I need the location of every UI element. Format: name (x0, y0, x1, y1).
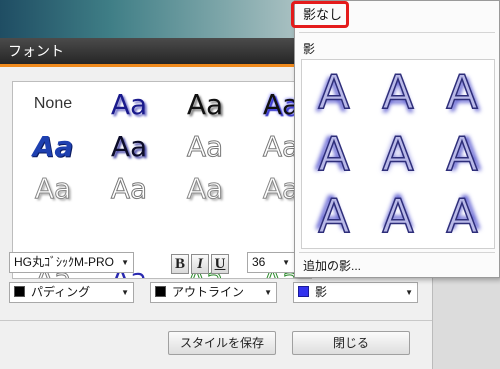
font-family-value: HG丸ｺﾞｼｯｸM-PRO (14, 255, 114, 269)
shadow-preset[interactable]: A (304, 62, 364, 122)
style-preset[interactable]: Aa (15, 126, 91, 166)
chevron-down-icon: ▼ (264, 288, 272, 297)
font-family-select[interactable]: HG丸ｺﾞｼｯｸM-PRO ▼ (9, 252, 134, 273)
shadow-select[interactable]: 影 ▼ (293, 282, 418, 303)
style-preset[interactable]: Aa (167, 84, 243, 124)
shadow-preset[interactable]: A (304, 124, 364, 184)
outline-color-swatch (155, 286, 166, 297)
shadow-color-swatch (298, 286, 309, 297)
shadow-preset[interactable]: A (368, 186, 428, 246)
shadow-section-label: 影 (303, 42, 316, 56)
shadow-preset[interactable]: A (432, 124, 492, 184)
text-style-grid: None Aa Aa Aa Aa Aa Aa Aa Aa Aa Aa Aa Aa… (12, 81, 312, 279)
more-shadows-item[interactable]: 追加の影... (303, 257, 361, 274)
font-size-select[interactable]: 36 ▼ (247, 252, 295, 273)
close-button[interactable]: 閉じる (292, 331, 410, 355)
footer-divider (0, 320, 432, 321)
chevron-down-icon: ▼ (121, 288, 129, 297)
style-preset-none[interactable]: None (15, 84, 91, 124)
outline-select[interactable]: アウトライン ▼ (150, 282, 277, 303)
padding-select[interactable]: パディング ▼ (9, 282, 134, 303)
menu-divider (299, 32, 495, 33)
chevron-down-icon: ▼ (121, 258, 129, 267)
style-preset[interactable]: Aa (167, 126, 243, 166)
shadow-preset[interactable]: A (432, 186, 492, 246)
shadow-menu: 影なし 影 A A A A A A A A A 追加の影... (294, 0, 500, 278)
shadow-label: 影 (315, 285, 328, 299)
style-preset[interactable]: Aa (91, 84, 167, 124)
shadow-preset[interactable]: A (304, 186, 364, 246)
bold-button[interactable]: B (171, 254, 189, 274)
padding-color-swatch (14, 286, 25, 297)
no-shadow-item[interactable]: 影なし (295, 1, 499, 33)
style-preset[interactable]: Aa (91, 126, 167, 166)
style-preset[interactable]: Aa (15, 168, 91, 208)
save-style-button[interactable]: スタイルを保存 (168, 331, 276, 355)
style-preset[interactable]: Aa (167, 168, 243, 208)
menu-divider (299, 252, 495, 253)
underline-button[interactable]: U (211, 254, 229, 274)
outline-label: アウトライン (172, 285, 245, 299)
no-shadow-label: 影なし (303, 7, 343, 22)
shadow-preset[interactable]: A (368, 62, 428, 122)
shadow-preset[interactable]: A (368, 124, 428, 184)
chevron-down-icon: ▼ (405, 288, 413, 297)
shadow-preset[interactable]: A (432, 62, 492, 122)
style-preset[interactable]: Aa (91, 168, 167, 208)
padding-label: パディング (31, 285, 91, 299)
font-size-value: 36 (252, 255, 266, 269)
shadow-preset-grid: A A A A A A A A A (301, 59, 495, 249)
italic-button[interactable]: I (191, 254, 209, 274)
chevron-down-icon: ▼ (282, 258, 290, 267)
